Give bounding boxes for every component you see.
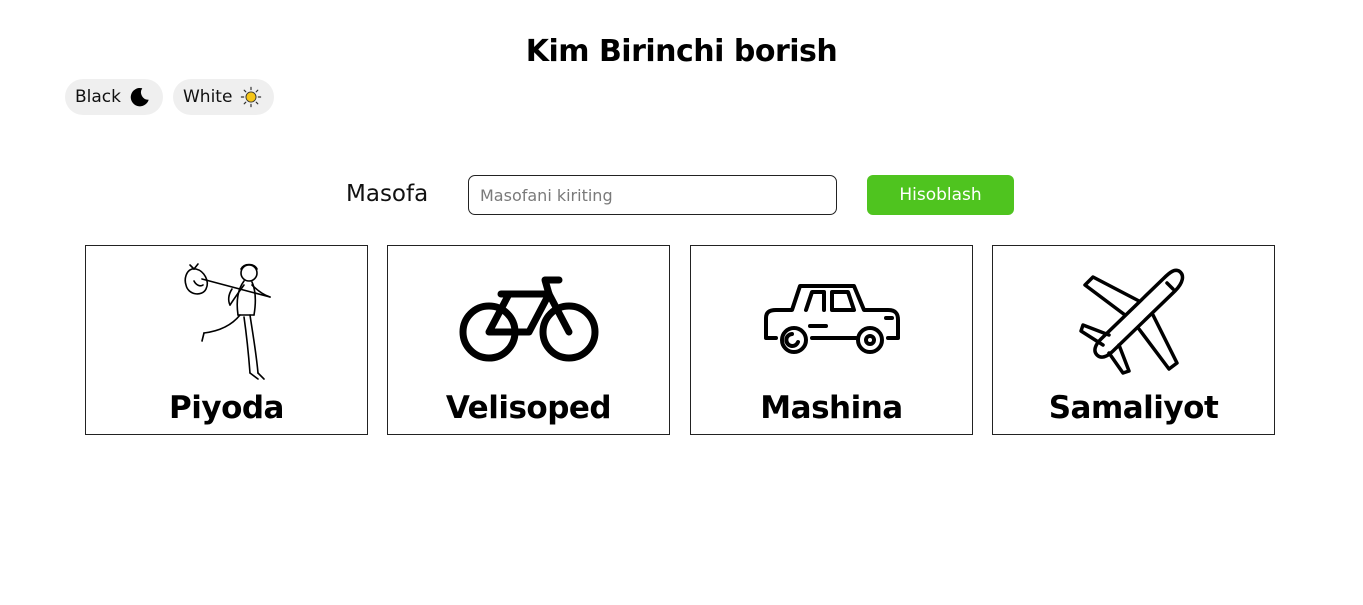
transport-card-airplane[interactable]: Samaliyot [992,245,1275,435]
black-theme-label: Black [75,87,121,107]
airplane-icon [993,252,1274,387]
white-theme-label: White [183,87,233,107]
black-theme-button[interactable]: Black [65,79,163,115]
transport-label: Piyoda [169,390,284,426]
transport-label: Velisoped [445,390,612,426]
walking-man-icon [86,252,367,387]
distance-input[interactable] [468,175,837,215]
moon-icon [129,86,151,108]
transport-label: Mashina [760,390,903,426]
transport-card-car[interactable]: Mashina [690,245,973,435]
white-theme-button[interactable]: White [173,79,274,115]
distance-label: Masofa [346,181,429,207]
car-icon [691,252,972,387]
transport-label: Samaliyot [1048,390,1219,426]
transport-card-walking[interactable]: Piyoda [85,245,368,435]
sun-icon [240,86,262,108]
bicycle-icon [388,252,669,387]
transport-card-bicycle[interactable]: Velisoped [387,245,670,435]
calculate-button[interactable]: Hisoblash [867,175,1014,215]
page-title: Kim Birinchi borish [525,34,838,69]
